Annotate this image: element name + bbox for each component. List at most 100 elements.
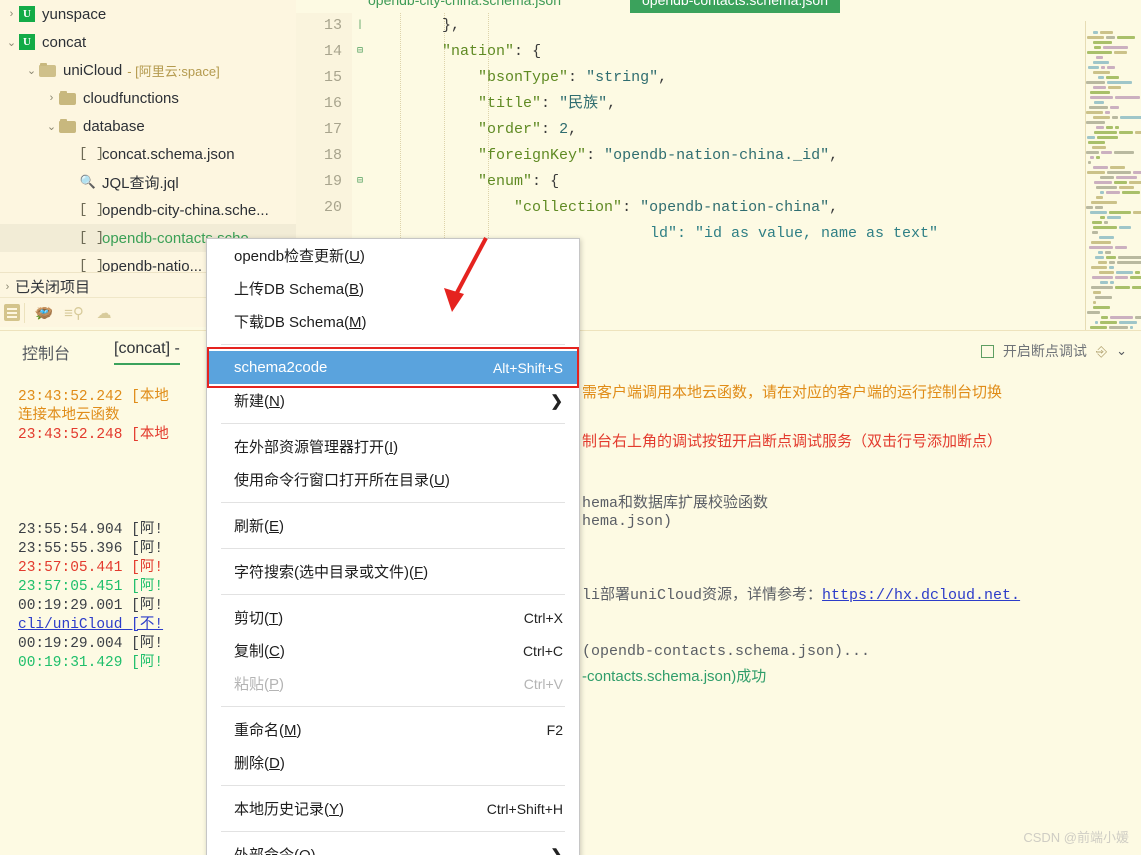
folder-icon [59,91,76,105]
chevron-right-icon[interactable]: › [0,281,15,293]
divider [24,303,25,323]
code-fold-toggle[interactable]: ⊟ [352,39,368,65]
tree-item-3[interactable]: › cloudfunctions [0,84,296,112]
menu-item-label: 本地历史记录(Y) [234,798,469,819]
menu-separator [221,548,565,549]
menu-paste: 粘贴(P)Ctrl+V [207,667,579,700]
menu-item-label: 剪切(T) [234,607,506,628]
code-fold-toggle[interactable]: | [352,13,368,39]
tree-item-label: concat [42,34,86,51]
console-message: hema.json) [582,513,672,530]
console-message: 需客户端调用本地云函数，请在对应的客户端的运行控制台切换 [582,381,1002,402]
bug-icon[interactable]: 🪺 [29,300,59,326]
menu-copy[interactable]: 复制(C)Ctrl+C [207,634,579,667]
code-fold-toggle[interactable]: ⊟ [352,169,368,195]
chevron-right-icon[interactable]: › [44,92,59,104]
breakpoint-checkbox[interactable] [981,345,994,358]
editor-tab-active[interactable]: opendb-contacts.schema.json [630,0,840,13]
tree-item-1[interactable]: ⌄Uconcat [0,28,296,56]
menu-cut[interactable]: 剪切(T)Ctrl+X [207,601,579,634]
closed-projects-label: 已关闭项目 [15,276,90,297]
menu-item-shortcut: Ctrl+C [505,643,563,659]
menu-open-in-terminal[interactable]: 使用命令行窗口打开所在目录(U) [207,463,579,496]
menu-refresh[interactable]: 刷新(E) [207,509,579,542]
tree-item-7[interactable]: [ ] opendb-city-china.sche... [0,196,296,224]
menu-item-label: schema2code [234,359,475,376]
tree-item-label: opendb-city-china.sche... [102,202,269,219]
unicloud-project-icon: U [19,6,35,22]
document-icon[interactable] [4,304,20,321]
menu-separator [221,502,565,503]
chevron-down-icon[interactable]: ⌄ [1116,343,1127,359]
tree-item-0[interactable]: ›Uyunspace [0,0,296,28]
console-message-link[interactable]: https://hx.dcloud.net. [822,587,1020,604]
console-active-tab[interactable]: [concat] - [114,340,180,365]
chevron-right-icon[interactable]: › [4,8,19,20]
menu-item-shortcut: Alt+Shift+S [475,360,563,376]
line-number[interactable]: 18 [296,143,352,169]
line-number[interactable]: 13 [296,13,352,39]
menu-new[interactable]: 新建(N)❯ [207,384,579,417]
tree-item-6[interactable]: 🔍JQL查询.jql [0,168,296,196]
line-number[interactable]: 19 [296,169,352,195]
menu-item-shortcut: F2 [529,722,563,738]
code-line[interactable]: "collection": "opendb-nation-china", [370,195,1081,221]
menu-download-db-schema[interactable]: 下载DB Schema(M) [207,305,579,338]
menu-separator [221,785,565,786]
line-number[interactable]: 17 [296,117,352,143]
menu-delete[interactable]: 删除(D) [207,746,579,779]
menu-item-label: 上传DB Schema(B) [234,278,563,299]
tree-item-5[interactable]: [ ]concat.schema.json [0,140,296,168]
json-schema-file-icon: [ ] [79,202,97,218]
editor-tab-inactive[interactable]: opendb-city-china.schema.json [356,0,573,13]
code-line[interactable]: }, [370,13,1081,39]
tree-item-4[interactable]: ⌄database [0,112,296,140]
line-number[interactable]: 16 [296,91,352,117]
log-message: [不! [122,617,163,633]
menu-item-label: opendb检查更新(U) [234,245,563,266]
menu-upload-db-schema[interactable]: 上传DB Schema(B) [207,272,579,305]
code-line[interactable]: "title": "民族", [370,91,1081,117]
menu-open-in-explorer[interactable]: 在外部资源管理器打开(I) [207,430,579,463]
minimap-line [1100,181,1141,186]
code-line[interactable]: "bsonType": "string", [370,65,1081,91]
search-list-icon[interactable]: ≡⚲ [59,300,89,326]
chevron-down-icon[interactable]: ⌄ [24,64,39,77]
code-minimap[interactable] [1085,21,1141,330]
context-menu[interactable]: opendb检查更新(U) 上传DB Schema(B) 下载DB Schema(M… [206,238,580,855]
chevron-down-icon[interactable]: ⌄ [44,120,59,133]
line-number[interactable]: 15 [296,65,352,91]
code-line[interactable]: "nation": { [370,39,1081,65]
menu-external-commands[interactable]: 外部命令(O)❯ [207,838,579,855]
menu-item-label: 刷新(E) [234,515,563,536]
tree-item-label: uniCloud [63,62,122,79]
line-number[interactable]: 20 [296,195,352,221]
code-fold-spacer [352,117,368,143]
menu-local-history[interactable]: 本地历史记录(Y)Ctrl+Shift+H [207,792,579,825]
menu-item-label: 粘贴(P) [234,673,506,694]
menu-rename[interactable]: 重命名(M)F2 [207,713,579,746]
menu-find-in-files[interactable]: 字符搜索(选中目录或文件)(F) [207,555,579,588]
log-hyperlink[interactable]: cli/uniCloud [18,617,122,633]
menu-schema2code[interactable]: schema2codeAlt+Shift+S [207,351,579,384]
tree-item-2[interactable]: ⌄uniCloud- [阿里云:space] [0,56,296,84]
debug-icon[interactable]: ⎆ [1096,343,1107,360]
json-schema-file-icon: [ ] [79,230,97,246]
chevron-right-icon: ❯ [550,846,563,855]
code-line[interactable]: "order": 2, [370,117,1081,143]
menu-opendb-check-update[interactable]: opendb检查更新(U) [207,239,579,272]
code-fold-spacer [352,143,368,169]
code-line[interactable]: "foreignKey": "opendb-nation-china._id", [370,143,1081,169]
menu-item-label: 在外部资源管理器打开(I) [234,436,563,457]
console-title: 控制台 [22,340,70,364]
line-number[interactable]: 14 [296,39,352,65]
console-message: li部署uniCloud资源，详情参考：https://hx.dcloud.ne… [582,583,1020,604]
breakpoint-controls: 开启断点调试 ⎆ ⌄ [981,341,1127,361]
menu-item-shortcut: Ctrl+X [506,610,563,626]
tree-item-label: cloudfunctions [83,90,179,107]
cloud-icon[interactable]: ☁ [89,300,119,326]
folder-icon [39,63,56,77]
code-line[interactable]: "enum": { [370,169,1081,195]
chevron-down-icon[interactable]: ⌄ [4,36,19,49]
console-message: 制台右上角的调试按钮开启断点调试服务（双击行号添加断点） [582,430,1002,451]
